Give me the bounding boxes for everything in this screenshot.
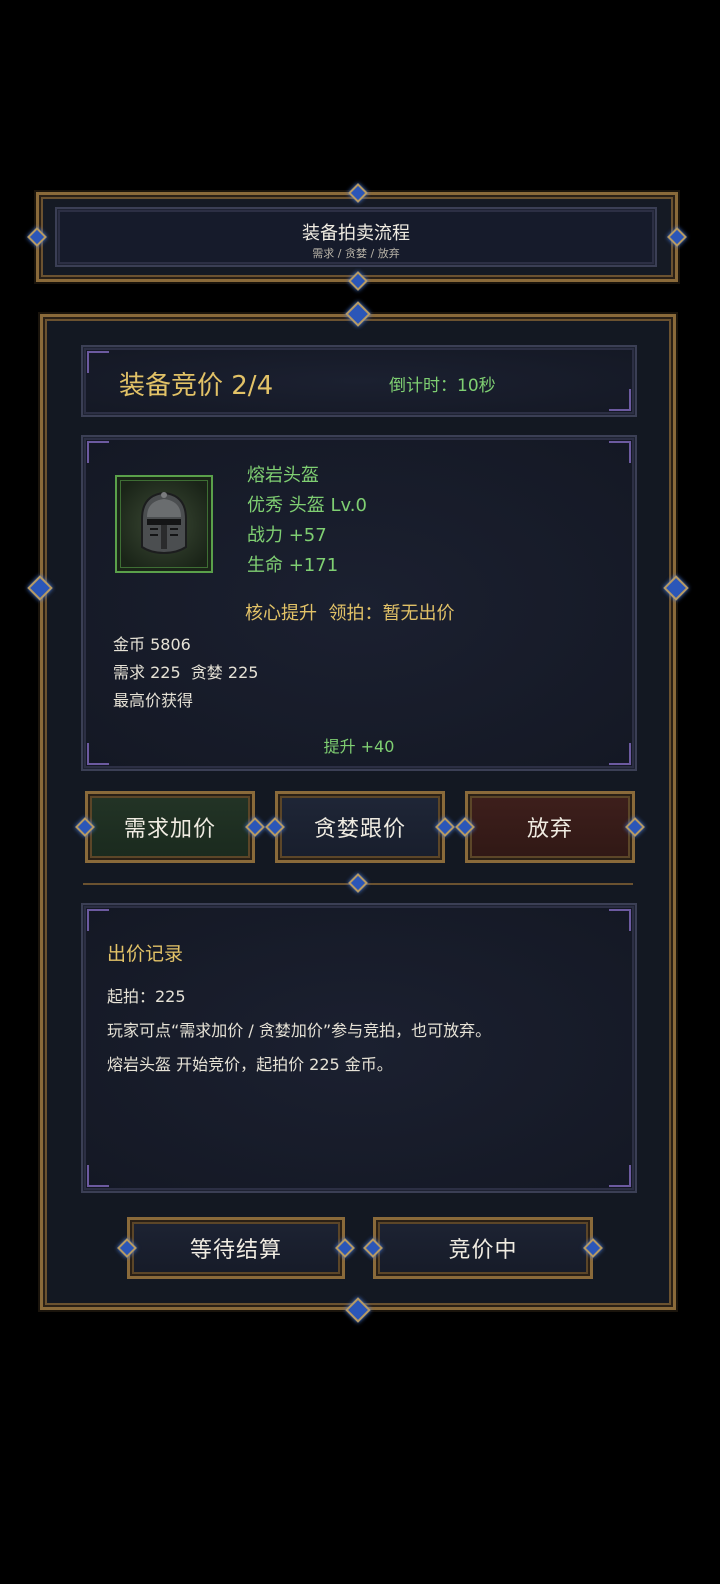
flow-header-title: 装备拍卖流程 (302, 223, 410, 244)
flow-header-subtitle: 需求 / 贪婪 / 放弃 (312, 247, 400, 260)
gem-ornament-icon (75, 817, 95, 837)
bidding-status-button[interactable]: 竞价中 (363, 1217, 603, 1279)
bid-log-title: 出价记录 (107, 943, 184, 965)
item-name: 熔岩头盔 (247, 465, 319, 486)
gem-ornament-icon (455, 817, 475, 837)
helmet-icon[interactable] (115, 475, 213, 573)
need-bid-button[interactable]: 需求加价 (75, 791, 265, 863)
gem-ornament-icon (435, 817, 455, 837)
auction-main-frame: 装备竞价 2/4 倒计时：10秒 熔岩头盔 优秀 头盔 Lv.0 战力 +57 … (27, 301, 689, 1323)
corner-ornament (87, 441, 109, 463)
gem-ornament-icon (27, 227, 47, 247)
gem-ornament-icon (363, 1238, 383, 1258)
wait-settle-button[interactable]: 等待结算 (117, 1217, 355, 1279)
corner-ornament (87, 1165, 109, 1187)
item-life-stat: 生命 +171 (247, 555, 339, 576)
corner-ornament (609, 909, 631, 931)
corner-ornament (609, 441, 631, 463)
wait-settle-label: 等待结算 (189, 1238, 282, 1263)
corner-ornament (87, 351, 109, 373)
gem-ornament-icon (348, 271, 368, 291)
flow-header-frame: 装备拍卖流程 需求 / 贪婪 / 放弃 (27, 183, 687, 291)
need-bid-label: 需求加价 (123, 817, 216, 842)
gem-ornament-icon (625, 817, 645, 837)
item-quality-type: 优秀 头盔 Lv.0 (247, 495, 367, 516)
flow-header-panel: 装备拍卖流程 需求 / 贪婪 / 放弃 (55, 207, 657, 267)
bottom-gem-icon (345, 1297, 371, 1323)
need-greed-prices: 需求 225 贪婪 225 (113, 663, 259, 682)
bid-log-panel: 出价记录 起拍：225 玩家可点“需求加价 / 贪婪加价”参与竞拍，也可放弃。 … (81, 903, 637, 1193)
side-gem-icon (27, 575, 53, 601)
bid-log-line: 玩家可点“需求加价 / 贪婪加价”参与竞拍，也可放弃。 (107, 1021, 492, 1040)
side-gem-icon (663, 575, 689, 601)
item-power-stat: 战力 +57 (247, 525, 327, 546)
pass-label: 放弃 (526, 817, 573, 842)
helmet-graphic (141, 491, 187, 555)
upgrade-value: 提升 +40 (323, 737, 395, 756)
countdown-timer: 倒计时：10秒 (389, 376, 496, 396)
corner-ornament (609, 389, 631, 411)
gem-ornament-icon (667, 227, 687, 247)
corner-ornament (609, 1165, 631, 1187)
gem-ornament-icon (348, 183, 368, 203)
gem-ornament-icon (265, 817, 285, 837)
bid-log-line: 起拍：225 (107, 987, 186, 1006)
gem-ornament-icon (583, 1238, 603, 1258)
divider-gem-icon (348, 873, 368, 893)
win-rule: 最高价获得 (113, 691, 194, 710)
pass-button[interactable]: 放弃 (455, 791, 645, 863)
auction-title-bar: 装备竞价 2/4 倒计时：10秒 (81, 345, 637, 417)
core-lead-bid: 核心提升 领拍：暂无出价 (245, 603, 455, 624)
greed-bid-button[interactable]: 贪婪跟价 (265, 791, 455, 863)
item-panel: 熔岩头盔 优秀 头盔 Lv.0 战力 +57 生命 +171 核心提升 领拍：暂… (81, 435, 637, 771)
auction-title: 装备竞价 2/4 (119, 371, 274, 401)
bidding-status-label: 竞价中 (448, 1238, 518, 1263)
player-gold: 金币 5806 (113, 635, 191, 654)
crest-gem-icon (345, 301, 371, 327)
corner-ornament (87, 909, 109, 931)
bid-log-line: 熔岩头盔 开始竞价，起拍价 225 金币。 (107, 1055, 393, 1074)
gem-ornament-icon (117, 1238, 137, 1258)
gem-ornament-icon (335, 1238, 355, 1258)
gem-ornament-icon (245, 817, 265, 837)
greed-bid-label: 贪婪跟价 (313, 817, 406, 842)
